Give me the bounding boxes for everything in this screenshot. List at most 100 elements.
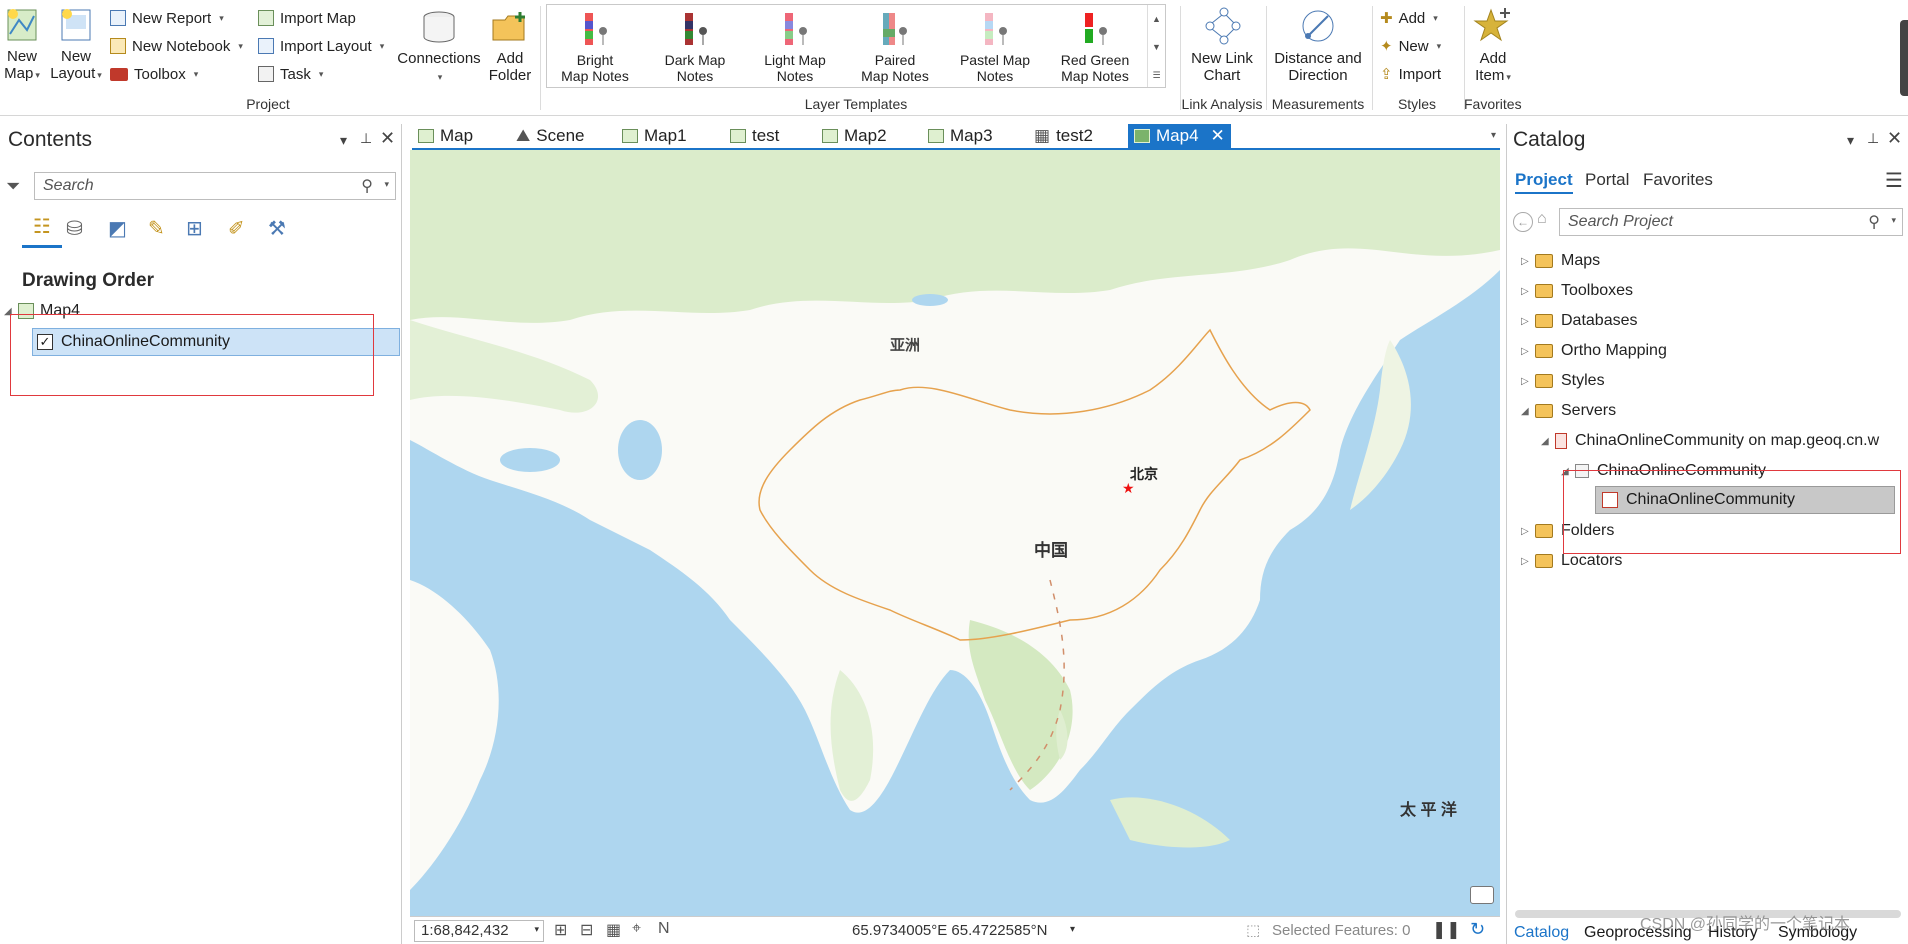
editing-icon[interactable]: ✎	[148, 216, 165, 241]
bottom-tab-catalog[interactable]: Catalog	[1514, 924, 1569, 942]
catalog-item-locators[interactable]: ▷ Locators	[1521, 552, 1622, 570]
tab-scene[interactable]: ⛰ Scene	[516, 124, 584, 148]
catalog-item-servers[interactable]: ◢ Servers	[1521, 402, 1616, 420]
catalog-item-server-connection[interactable]: ◢ ChinaOnlineCommunity on map.geoq.cn.w	[1541, 432, 1879, 450]
catalog-item-toolboxes[interactable]: ▷ Toolboxes	[1521, 282, 1633, 300]
styles-new-button[interactable]: ✦ New ▾	[1380, 35, 1441, 57]
north-arrow-icon[interactable]: N	[658, 920, 670, 938]
back-icon[interactable]: ←	[1513, 212, 1533, 232]
pane-menu-icon[interactable]: ▾	[340, 132, 347, 149]
add-item-button[interactable]: Add Item ▾	[1466, 6, 1520, 86]
snapping-icon[interactable]: ⊞	[186, 216, 203, 241]
scale-selector[interactable]: 1:68,842,432 ▾	[414, 920, 544, 942]
pane-menu-icon[interactable]: ▾	[1847, 132, 1854, 149]
expand-icon[interactable]: ▷	[1521, 256, 1535, 267]
template-light-map-notes[interactable]: Light Map Notes	[747, 9, 843, 84]
labeling-icon[interactable]: ✐	[228, 216, 245, 241]
task-icon	[258, 66, 274, 82]
gallery-down-icon[interactable]: ▼	[1148, 33, 1165, 61]
map-notes-icon[interactable]	[1470, 886, 1494, 904]
template-bright-map-notes[interactable]: Bright Map Notes	[547, 9, 643, 84]
gallery-scroll[interactable]: ▲ ▼ ☰	[1147, 5, 1165, 87]
catalog-tab-project[interactable]: Project	[1515, 170, 1573, 194]
collapse-icon[interactable]: ◢	[1541, 436, 1555, 447]
search-icon[interactable]: ⚲	[361, 176, 373, 196]
catalog-tab-portal[interactable]: Portal	[1585, 170, 1629, 190]
expand-icon[interactable]: ▷	[1521, 346, 1535, 357]
close-icon[interactable]: ✕	[1887, 128, 1902, 149]
import-map-button[interactable]: Import Map	[258, 7, 356, 29]
tab-list-chevron-icon[interactable]: ▾	[1491, 130, 1496, 141]
contents-search-input[interactable]: Search ⚲ ▾	[34, 172, 396, 200]
chevron-down-icon[interactable]: ▾	[384, 179, 389, 190]
catalog-item-ortho-mapping[interactable]: ▷ Ortho Mapping	[1521, 342, 1667, 360]
table-grid-icon[interactable]: ▦	[606, 920, 621, 940]
new-notebook-button[interactable]: New Notebook ▾	[110, 35, 243, 57]
drawing-order-icon[interactable]: ☷	[22, 214, 62, 248]
perspective-icon[interactable]: ⚒	[268, 216, 286, 241]
home-icon[interactable]: ⌂	[1537, 210, 1547, 228]
pin-icon[interactable]: ⊥	[1867, 130, 1879, 147]
styles-add-button[interactable]: ✚ Add ▾	[1380, 7, 1438, 29]
tab-map1[interactable]: Map1	[622, 124, 687, 148]
search-icon[interactable]: ⚲	[1868, 212, 1880, 232]
connections-button[interactable]: Connections ▾	[396, 8, 482, 86]
tab-test[interactable]: test	[730, 124, 779, 148]
crosshair-icon[interactable]: ⌖	[632, 920, 641, 938]
selection-icon[interactable]: ◩	[108, 216, 127, 241]
fixed-zoom-icon[interactable]: ⊞	[554, 920, 567, 940]
gallery-expand-icon[interactable]: ☰	[1148, 61, 1165, 89]
data-source-icon[interactable]: ⛁	[66, 216, 83, 241]
expand-icon[interactable]: ▷	[1521, 316, 1535, 327]
template-paired-map-notes[interactable]: Paired Map Notes	[847, 9, 943, 84]
new-map-button[interactable]: New Map ▾	[0, 6, 44, 84]
catalog-item-databases[interactable]: ▷ Databases	[1521, 312, 1638, 330]
tab-test2[interactable]: ▦ test2	[1034, 124, 1093, 148]
new-report-button[interactable]: New Report ▾	[110, 7, 224, 29]
grid-icon[interactable]: ⊟	[580, 920, 593, 940]
tab-map4[interactable]: Map4 ✕	[1128, 124, 1231, 148]
import-map-icon	[258, 10, 274, 26]
pin-icon[interactable]: ⊥	[360, 130, 372, 147]
catalog-tab-favorites[interactable]: Favorites	[1643, 170, 1713, 190]
pause-icon[interactable]: ❚❚	[1432, 920, 1461, 940]
collapse-icon[interactable]: ◢	[1521, 406, 1535, 417]
coordinate-readout: 65.9734005°E 65.4722585°N	[852, 922, 1048, 939]
chevron-down-icon[interactable]: ▾	[1070, 924, 1075, 935]
import-layout-icon	[258, 38, 274, 54]
gallery-up-icon[interactable]: ▲	[1148, 5, 1165, 33]
catalog-item-styles[interactable]: ▷ Styles	[1521, 372, 1605, 390]
task-button[interactable]: Task ▾	[258, 63, 323, 85]
new-layout-button[interactable]: New Layout ▾	[50, 6, 102, 84]
tab-map[interactable]: Map	[418, 124, 473, 148]
template-red-green-map-notes[interactable]: Red Green Map Notes	[1047, 9, 1143, 84]
new-link-chart-button[interactable]: New Link Chart	[1182, 6, 1262, 84]
add-item-label: Add Item	[1475, 50, 1507, 84]
template-dark-map-notes[interactable]: Dark Map Notes	[647, 9, 743, 84]
styles-import-button[interactable]: ⇪ Import	[1380, 63, 1441, 85]
chevron-down-icon[interactable]: ▾	[1891, 215, 1896, 226]
dark-notes-icon	[685, 13, 707, 45]
tab-map2[interactable]: Map2	[822, 124, 887, 148]
tab-map3[interactable]: Map3	[928, 124, 993, 148]
styles-new-label: New	[1398, 37, 1429, 55]
import-layout-button[interactable]: Import Layout ▾	[258, 35, 384, 57]
link-analysis-group-label: Link Analysis	[1181, 96, 1263, 112]
distance-direction-button[interactable]: Distance and Direction	[1268, 6, 1368, 84]
catalog-search-input[interactable]: Search Project ⚲ ▾	[1559, 208, 1903, 236]
refresh-icon[interactable]: ↻	[1470, 919, 1485, 940]
expand-icon[interactable]: ▷	[1521, 286, 1535, 297]
toolbox-button[interactable]: Toolbox ▾	[110, 63, 198, 85]
map-view[interactable]: 亚洲 中国 北京 ★ 太 平 洋	[410, 150, 1500, 916]
expand-icon[interactable]: ▷	[1521, 376, 1535, 387]
template-pastel-map-notes[interactable]: Pastel Map Notes	[947, 9, 1043, 84]
catalog-item-maps[interactable]: ▷ Maps	[1521, 252, 1600, 270]
close-icon[interactable]: ✕	[380, 128, 395, 149]
add-folder-button[interactable]: Add Folder	[484, 8, 536, 84]
hamburger-menu-icon[interactable]: ☰	[1885, 168, 1903, 193]
filter-icon[interactable]: ⏷	[6, 176, 20, 197]
catalog-item-label: Maps	[1561, 252, 1601, 269]
expand-icon[interactable]: ▷	[1521, 526, 1535, 537]
close-icon[interactable]: ✕	[1211, 126, 1225, 146]
expand-icon[interactable]: ▷	[1521, 556, 1535, 567]
